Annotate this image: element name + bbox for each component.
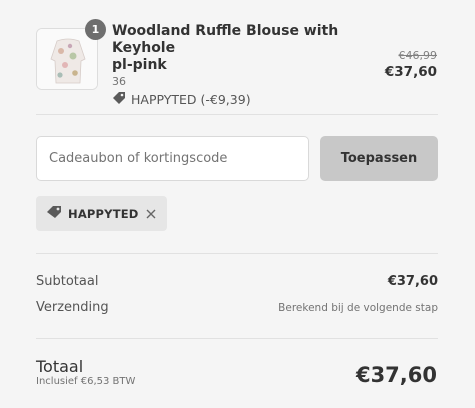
tax-note: Inclusief €6,53 BTW — [36, 376, 136, 387]
original-price: €46,99 — [398, 49, 438, 62]
divider — [36, 253, 438, 254]
subtotal-label: Subtotaal — [36, 274, 99, 289]
product-info: Woodland Ruffle Blouse with Keyhole pl-p… — [112, 23, 372, 108]
shipping-value: Berekend bij de volgende stap — [278, 302, 438, 314]
total-value: €37,60 — [355, 363, 437, 387]
product-name-line1: Woodland Ruffle Blouse with Keyhole — [112, 23, 339, 56]
product-name-line2: pl-pink — [112, 57, 167, 73]
close-icon[interactable] — [145, 207, 157, 221]
product-discount: HAPPYTED (-€9,39) — [112, 91, 372, 108]
subtotal-row: Subtotaal €37,60 — [36, 274, 438, 289]
product-price: €46,99 €37,60 — [385, 49, 437, 80]
order-summary: 1 Woodland Ruffle Blouse with Keyhole pl… — [0, 0, 475, 408]
discounted-price: €37,60 — [384, 64, 437, 80]
tag-icon — [46, 204, 62, 223]
applied-code-tag: HAPPYTED — [36, 196, 167, 231]
divider — [36, 338, 438, 339]
total-label-group: Totaal Inclusief €6,53 BTW — [36, 357, 136, 388]
applied-code-label: HAPPYTED — [68, 206, 139, 221]
tag-icon — [112, 91, 126, 108]
product-variant: 36 — [112, 75, 126, 88]
total-label: Totaal — [36, 357, 84, 376]
shipping-row: Verzending Berekend bij de volgende stap — [36, 300, 438, 315]
subtotal-value: €37,60 — [387, 274, 438, 289]
shipping-label: Verzending — [36, 300, 109, 315]
apply-button[interactable]: Toepassen — [320, 136, 438, 181]
product-thumbnail-wrap: 1 — [36, 19, 106, 90]
divider — [36, 114, 438, 115]
quantity-badge: 1 — [85, 19, 106, 40]
product-discount-label: HAPPYTED (-€9,39) — [131, 92, 251, 107]
discount-code-input[interactable] — [36, 136, 309, 181]
